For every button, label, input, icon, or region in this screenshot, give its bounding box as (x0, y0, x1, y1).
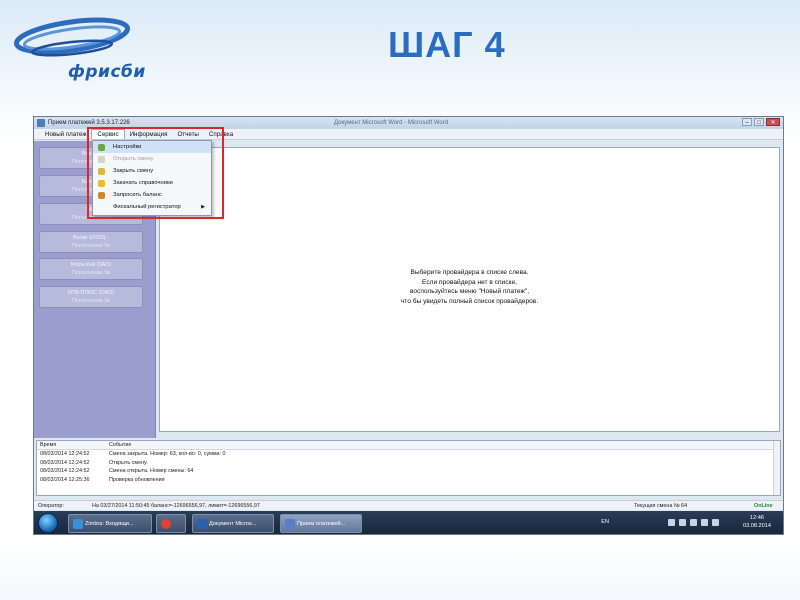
provider-item[interactable]: Мора Кей (ЗАО) Пополнение № (39, 258, 143, 280)
provider-subtitle: Пополнение № (71, 298, 111, 304)
task-label: Zimbra: Входящи... (85, 521, 134, 527)
highlight-frame (87, 127, 224, 219)
hint-line: воспользуйтесь меню "Новый платеж", (409, 288, 530, 295)
slide-title: ШАГ 4 (388, 24, 506, 65)
task-label: Документ Micros... (209, 521, 257, 527)
log-time: 08/03/2014 12:24:52 (40, 451, 90, 457)
operator-label: Оператор: (38, 503, 64, 509)
log-col-time[interactable]: Время (37, 441, 109, 449)
menu-new-payment[interactable]: Новый платеж (40, 129, 91, 139)
maximize-button[interactable]: □ (754, 118, 764, 126)
clock[interactable]: 12:46 03.08.2014 (735, 514, 779, 530)
window-controls: – □ ✕ (742, 118, 780, 126)
provider-item[interactable]: ИТВ-ПЛЮС (ОАО) Пополнение № (39, 286, 143, 308)
provider-subtitle: Пополнение № (71, 243, 111, 249)
provider-hint: Выберите провайдера в списке слева. Если… (160, 268, 779, 306)
window-title: Прием платежей 3.5.3.17.226 (48, 120, 130, 126)
provider-name: ИТВ-ПЛЮС (ОАО) (67, 290, 115, 296)
log-event: Проверка обновления (109, 476, 165, 483)
balance-status: На 03/27/2014 11:50:45 баланс=-12696556,… (92, 503, 260, 509)
word-icon (197, 519, 207, 529)
tray-app-icon[interactable] (668, 519, 675, 526)
log-event: Смена закрыта. Номер: 63, кол-во: 0, сум… (109, 451, 226, 457)
logo-wordmark: фрисби (68, 62, 146, 82)
task-payments[interactable]: Прием платежей... (280, 514, 362, 533)
close-button[interactable]: ✕ (766, 118, 780, 126)
log-scrollbar[interactable] (773, 441, 780, 495)
log-time: 08/03/2014 12:24:52 (40, 468, 90, 474)
chrome-icon (161, 519, 171, 529)
shift-status: Текущая смена № 64 (634, 503, 688, 509)
online-status: OnLine (754, 503, 773, 509)
tray-app-icon[interactable] (690, 519, 697, 526)
log-row[interactable]: 08/03/2014 12:24:52 Смена открыта. Номер… (37, 467, 780, 476)
log-row[interactable]: 08/03/2014 12:24:52 Смена закрыта. Номер… (37, 450, 780, 459)
slide-bottom-wave (0, 540, 800, 600)
log-col-event[interactable]: Событие (109, 441, 780, 449)
browser-icon (73, 519, 83, 529)
clock-time: 12:46 (750, 515, 764, 521)
task-label: Прием платежей... (297, 521, 346, 527)
app-icon (37, 119, 45, 127)
statusbar: Оператор: На 03/27/2014 11:50:45 баланс=… (34, 500, 783, 510)
clock-date: 03.08.2014 (743, 523, 771, 529)
tray-icons (668, 519, 719, 526)
hint-line: Выберите провайдера в списке слева. (410, 269, 529, 276)
tray-app-icon[interactable] (679, 519, 686, 526)
task-word[interactable]: Документ Micros... (192, 514, 274, 533)
provider-subtitle: Пополнение № (71, 270, 111, 276)
log-event: Открыть смену. (109, 459, 148, 466)
main-content: Выберите провайдера в списке слева. Если… (159, 147, 780, 432)
log-row[interactable]: 08/03/2014 12:24:52 Открыть смену. (37, 459, 780, 468)
window-title-right: Документ Microsoft Word - Microsoft Word (334, 120, 449, 126)
log-time: 08/03/2014 12:24:52 (40, 459, 90, 466)
provider-name: Внокс (ООО) - (73, 235, 109, 241)
hint-line: Если провайдера нет в списке, (422, 278, 517, 286)
app-window: Прием платежей 3.5.3.17.226 Документ Mic… (33, 116, 784, 535)
provider-name: Мора Кей (ЗАО) (70, 262, 112, 268)
log-row[interactable]: 08/03/2014 12:25:36 Проверка обновления (37, 476, 780, 485)
volume-icon[interactable] (712, 519, 719, 526)
log-header: Время Событие (37, 441, 780, 450)
start-button[interactable] (38, 513, 58, 533)
language-indicator[interactable]: EN (601, 519, 609, 525)
hint-line: что бы увидеть полный список провайдеров… (400, 297, 539, 305)
provider-item[interactable]: Внокс (ООО) - Пополнение № (39, 231, 143, 253)
taskbar: Zimbra: Входящи... Документ Micros... Пр… (34, 511, 783, 534)
network-icon[interactable] (701, 519, 708, 526)
task-zimbra[interactable]: Zimbra: Входящи... (68, 514, 152, 533)
minimize-button[interactable]: – (742, 118, 752, 126)
log-time: 08/03/2014 12:25:36 (40, 476, 90, 483)
task-chrome[interactable] (156, 514, 186, 533)
event-log: Время Событие 08/03/2014 12:24:52 Смена … (36, 440, 781, 496)
log-event: Смена открыта. Номер смены: 64 (109, 468, 194, 474)
payments-app-icon (285, 519, 295, 529)
